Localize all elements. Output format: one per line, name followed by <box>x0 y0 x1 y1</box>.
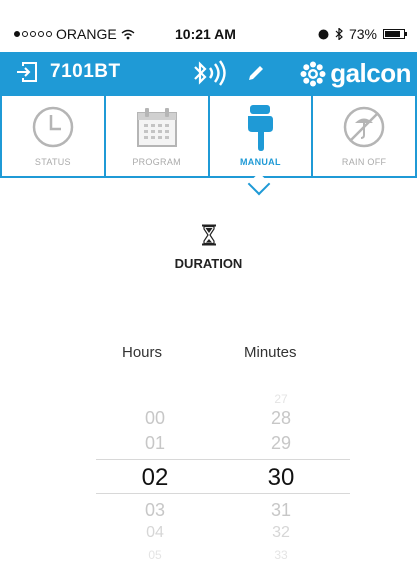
duration-section: DURATION <box>0 224 417 271</box>
bluetooth-icon <box>335 28 343 40</box>
hourglass-icon <box>201 224 216 246</box>
galcon-logo: galcon <box>300 58 411 89</box>
device-selector[interactable]: 7101BT <box>16 61 121 83</box>
status-time: 10:21 AM <box>175 26 236 42</box>
hours-option-selected[interactable]: 02 <box>120 464 190 492</box>
tab-rain-off-label: RAIN OFF <box>341 157 387 167</box>
wifi-icon <box>121 29 135 39</box>
tab-manual[interactable]: MANUAL <box>210 96 314 176</box>
main-tabs: STATUS PROGRAM MANUAL RAIN OFF <box>0 96 417 178</box>
picker-selection-bottom-line <box>96 493 350 494</box>
hand-pointer-icon <box>248 105 274 151</box>
tab-status[interactable]: STATUS <box>0 96 106 176</box>
minutes-option[interactable]: 29 <box>246 433 316 454</box>
status-right: 73% <box>318 26 407 42</box>
edit-pencil-icon[interactable] <box>246 63 266 83</box>
device-name: 7101BT <box>50 61 121 82</box>
alarm-icon <box>318 29 329 39</box>
hours-option[interactable]: 05 <box>120 548 190 562</box>
hours-option[interactable]: 04 <box>120 524 190 542</box>
minutes-option[interactable]: 33 <box>246 548 316 562</box>
picker-selection-top-line <box>96 459 350 460</box>
carrier-name: ORANGE <box>56 26 117 42</box>
tab-rain-off[interactable]: RAIN OFF <box>313 96 417 176</box>
battery-percent: 73% <box>348 26 377 42</box>
tab-program-label: PROGRAM <box>132 157 181 167</box>
carrier-signal: ORANGE <box>14 26 135 42</box>
minutes-option[interactable]: 27 <box>246 392 316 406</box>
status-bar: ORANGE 10:21 AM 73% <box>0 0 417 52</box>
app-header: 7101BT galcon <box>0 52 417 96</box>
tab-status-label: STATUS <box>34 157 71 167</box>
galcon-logo-icon <box>300 61 326 86</box>
tab-program[interactable]: PROGRAM <box>106 96 210 176</box>
duration-label: DURATION <box>174 256 243 271</box>
minutes-option[interactable]: 31 <box>246 500 316 521</box>
hours-option[interactable]: 00 <box>120 408 190 429</box>
hours-column-label: Hours <box>122 344 163 361</box>
minutes-option[interactable]: 28 <box>246 408 316 429</box>
brand-name: galcon <box>330 58 411 88</box>
hours-option[interactable]: 03 <box>120 500 190 521</box>
device-back-icon[interactable] <box>16 61 38 83</box>
clock-icon <box>32 106 74 148</box>
header-actions <box>192 60 266 86</box>
rain-off-icon <box>343 106 385 148</box>
minutes-column-label: Minutes <box>244 344 297 361</box>
minutes-option[interactable]: 32 <box>246 524 316 542</box>
calendar-icon <box>136 108 177 147</box>
signal-strength-icon <box>14 31 52 37</box>
hours-option[interactable]: 01 <box>120 433 190 454</box>
battery-icon <box>383 29 407 39</box>
tab-manual-label: MANUAL <box>239 157 281 167</box>
bluetooth-signal-icon[interactable] <box>192 60 230 86</box>
minutes-option-selected[interactable]: 30 <box>246 464 316 492</box>
